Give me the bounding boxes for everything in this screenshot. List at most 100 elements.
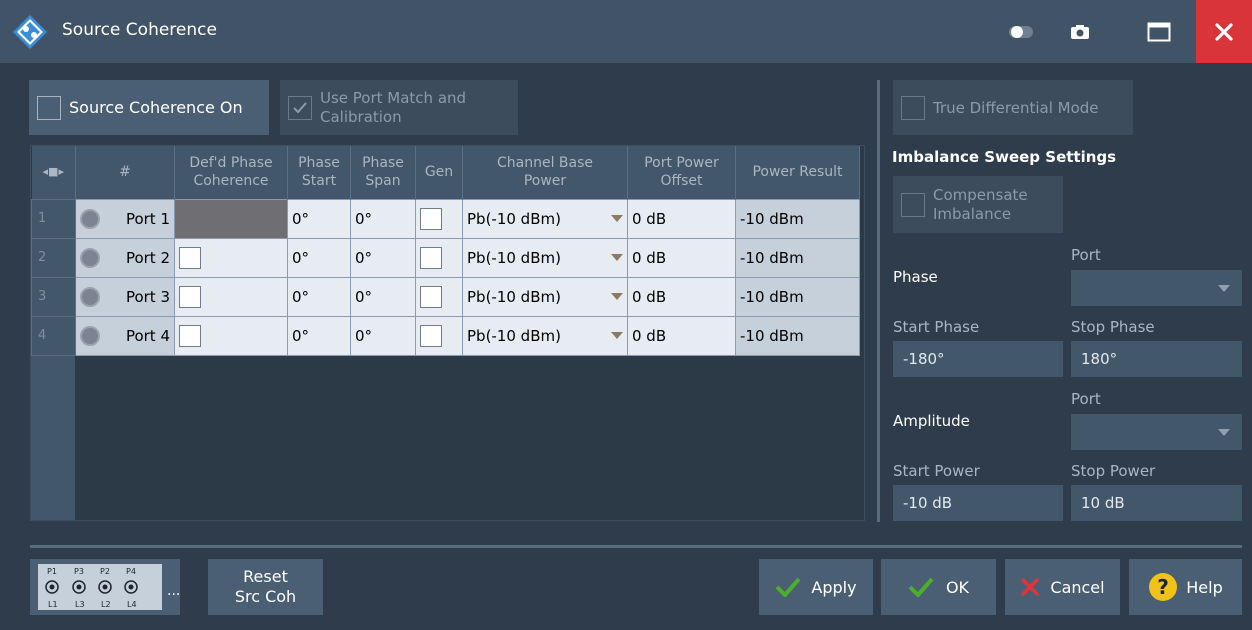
compensate-imbalance-checkbox[interactable]: Compensate Imbalance: [893, 176, 1063, 233]
dropdown-arrow-icon[interactable]: [611, 215, 623, 222]
toggle-icon[interactable]: [1000, 0, 1044, 63]
compensate-line2: Imbalance: [933, 204, 1012, 223]
gen-checkbox[interactable]: [420, 285, 442, 308]
defd-phase-cell[interactable]: [174, 315, 288, 356]
stop-phase-field[interactable]: 180°: [1071, 341, 1242, 377]
port-power-offset-cell[interactable]: 0 dB: [627, 237, 736, 278]
phase-span-cell[interactable]: 0°: [350, 237, 416, 278]
header-channel-base-l1: Channel Base: [496, 155, 594, 172]
gen-checkbox[interactable]: [420, 207, 442, 230]
phase-port-dropdown[interactable]: [1071, 270, 1242, 306]
phase-span-cell[interactable]: 0°: [350, 315, 416, 356]
base-power-combo[interactable]: Pb(-10 dBm): [462, 237, 628, 278]
header-channel-base-l2: Power: [523, 173, 567, 190]
gen-cell[interactable]: [415, 198, 463, 239]
phase-start-cell[interactable]: 0°: [287, 198, 351, 239]
close-icon[interactable]: [1196, 0, 1252, 63]
apply-button[interactable]: Apply: [759, 559, 873, 615]
true-differential-mode-checkbox[interactable]: True Differential Mode: [893, 80, 1133, 135]
reset-label-1: Reset: [243, 567, 288, 586]
port-top-label: P1: [47, 567, 57, 576]
header-channel-base: Channel Base Power: [462, 146, 628, 199]
header-defd-phase-l1: Def'd Phase: [189, 155, 273, 172]
stop-power-field[interactable]: 10 dB: [1071, 485, 1242, 521]
port-label: Port 4: [125, 326, 170, 345]
dropdown-arrow-icon[interactable]: [1218, 284, 1230, 292]
header-port-power-l2: Offset: [660, 173, 703, 190]
defd-phase-checkbox[interactable]: [179, 285, 201, 308]
check-icon: [775, 577, 801, 597]
column-resize-handle[interactable]: ◂■▸: [31, 146, 76, 199]
source-coherence-on-checkbox[interactable]: Source Coherence On: [29, 80, 269, 135]
port-cell[interactable]: Port 2: [75, 237, 175, 278]
dropdown-arrow-icon[interactable]: [611, 332, 623, 339]
phase-start-cell[interactable]: 0°: [287, 276, 351, 317]
ok-button[interactable]: OK: [881, 559, 996, 615]
horizontal-divider: [30, 545, 1242, 548]
dropdown-arrow-icon[interactable]: [1218, 428, 1230, 436]
checkbox-box[interactable]: [37, 95, 61, 120]
ports-grid: ◂■▸ # Def'd Phase Coherence Phase Start …: [31, 146, 860, 356]
phase-start-cell[interactable]: 0°: [287, 237, 351, 278]
reset-src-coh-button[interactable]: Reset Src Coh: [208, 559, 323, 615]
amplitude-port-dropdown[interactable]: [1071, 414, 1242, 450]
header-phase-span: Phase Span: [350, 146, 416, 199]
header-gen: Gen: [415, 146, 463, 199]
port-power-offset-cell[interactable]: 0 dB: [627, 315, 736, 356]
start-phase-field[interactable]: -180°: [893, 341, 1063, 377]
checkbox-box[interactable]: [901, 192, 925, 217]
cancel-button[interactable]: Cancel: [1005, 559, 1120, 615]
table-row: 2 Port 2 0° 0° Pb(-10 dBm) 0 dB -10 dBm: [31, 237, 860, 278]
base-power-value: Pb(-10 dBm): [467, 248, 561, 267]
maximize-icon[interactable]: [1134, 0, 1184, 63]
gen-cell[interactable]: [415, 237, 463, 278]
base-power-combo[interactable]: Pb(-10 dBm): [462, 315, 628, 356]
defd-phase-cell[interactable]: [174, 237, 288, 278]
base-power-combo[interactable]: Pb(-10 dBm): [462, 198, 628, 239]
dropdown-arrow-icon[interactable]: [611, 293, 623, 300]
port-cell[interactable]: Port 1: [75, 198, 175, 239]
header-phase-start-l2: Start: [301, 173, 337, 190]
window-title: Source Coherence: [62, 20, 217, 40]
header-defd-phase-l2: Coherence: [193, 173, 269, 190]
svg-text:?: ?: [1157, 575, 1169, 599]
defd-phase-checkbox[interactable]: [179, 246, 201, 269]
x-icon: [1021, 578, 1040, 596]
port-power-offset-cell[interactable]: 0 dB: [627, 198, 736, 239]
checkbox-box[interactable]: [901, 95, 925, 120]
checkbox-checked[interactable]: [288, 95, 312, 120]
start-power-field[interactable]: -10 dB: [893, 485, 1063, 521]
gen-checkbox[interactable]: [420, 246, 442, 269]
title-bar: Source Coherence: [0, 0, 1252, 63]
port-configuration-button[interactable]: P1 P3 P2 P4 L1 L3 L2 L4 ...: [30, 559, 180, 615]
stop-phase-label: Stop Phase: [1071, 318, 1155, 336]
base-power-value: Pb(-10 dBm): [467, 287, 561, 306]
defd-phase-checkbox[interactable]: [179, 324, 201, 347]
phase-span-cell[interactable]: 0°: [350, 276, 416, 317]
phase-start-cell[interactable]: 0°: [287, 315, 351, 356]
vertical-divider: [877, 80, 880, 522]
imbalance-sweep-heading: Imbalance Sweep Settings: [892, 148, 1117, 166]
gen-cell[interactable]: [415, 276, 463, 317]
help-button[interactable]: ? Help: [1129, 559, 1242, 615]
phase-label: Phase: [893, 268, 938, 286]
port-connector-icon: [80, 325, 100, 346]
use-port-match-line1: Use Port Match and: [320, 88, 467, 107]
gen-checkbox[interactable]: [420, 324, 442, 347]
screenshot-camera-icon[interactable]: [1058, 0, 1102, 63]
port-config-diagram: P1 P3 P2 P4 L1 L3 L2 L4: [38, 564, 162, 610]
base-power-combo[interactable]: Pb(-10 dBm): [462, 276, 628, 317]
use-port-match-checkbox[interactable]: Use Port Match and Calibration: [280, 80, 518, 135]
defd-phase-cell[interactable]: [174, 276, 288, 317]
gen-cell[interactable]: [415, 315, 463, 356]
defd-phase-checkbox-disabled: [174, 198, 288, 239]
phase-span-cell[interactable]: 0°: [350, 198, 416, 239]
port-power-offset-cell[interactable]: 0 dB: [627, 276, 736, 317]
dropdown-arrow-icon[interactable]: [611, 254, 623, 261]
ok-label: OK: [945, 577, 970, 597]
port-cell[interactable]: Port 3: [75, 276, 175, 317]
row-number: 2: [31, 237, 76, 278]
header-number: #: [75, 146, 175, 199]
port-cell[interactable]: Port 4: [75, 315, 175, 356]
header-defd-phase: Def'd Phase Coherence: [174, 146, 288, 199]
